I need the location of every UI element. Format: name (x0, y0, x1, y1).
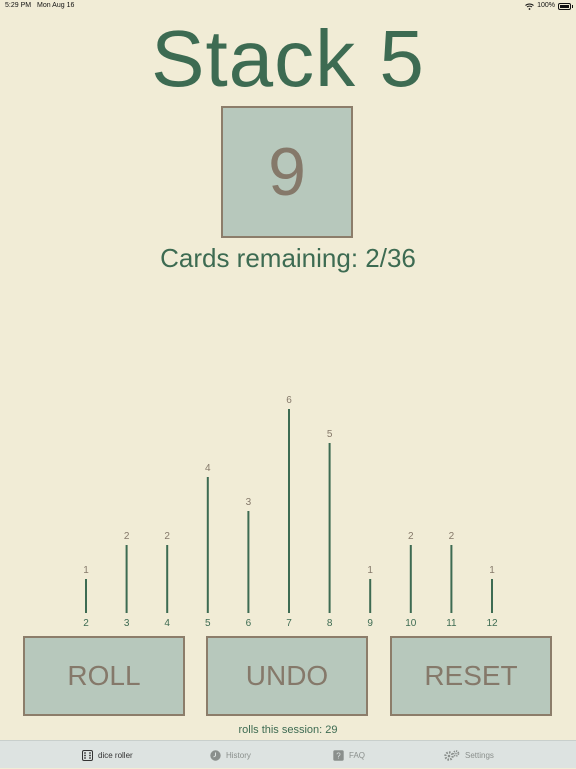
page-title: Stack 5 (151, 14, 425, 103)
roll-distribution-chart: 1 2 2 3 2 4 4 5 3 6 6 7 5 8 1 9 2 10 2 11 1 12 (0, 380, 576, 630)
bar-value-9: 1 (367, 565, 373, 576)
tab-dice-roller-label: dice roller (98, 750, 133, 760)
current-card: 9 (221, 106, 353, 238)
status-time: 5:29 PM (5, 2, 32, 9)
bar-value-6: 3 (246, 497, 252, 508)
roll-distribution-svg: 1223244536675819210211112 (83, 395, 498, 629)
bar-value-10: 2 (408, 531, 414, 542)
status-bar: 5:29 PM Mon Aug 16 100% (0, 0, 576, 12)
tab-bar: dice roller History ? FAQ Settings (0, 740, 576, 768)
question-icon: ? (333, 749, 344, 761)
reset-button[interactable]: RESET (390, 636, 552, 716)
cards-remaining: Cards remaining: 2/36 (160, 243, 416, 273)
roll-button[interactable]: ROLL (23, 636, 185, 716)
battery-percent: 100% (537, 2, 555, 9)
bar-value-7: 6 (286, 395, 292, 406)
tick-label-4: 4 (164, 618, 170, 629)
current-card-value: 9 (268, 134, 306, 210)
bar-value-8: 5 (327, 429, 333, 440)
reset-button-label: RESET (424, 660, 518, 691)
svg-text:?: ? (336, 751, 341, 760)
tick-label-9: 9 (367, 618, 373, 629)
tab-history-label: History (226, 750, 251, 760)
tab-faq[interactable]: ? FAQ (333, 741, 365, 769)
bar-value-3: 2 (124, 531, 130, 542)
bar-value-5: 4 (205, 463, 211, 474)
tab-dice-roller[interactable]: dice roller (82, 741, 133, 769)
tick-label-2: 2 (83, 618, 89, 629)
bar-value-12: 1 (489, 565, 495, 576)
tick-label-7: 7 (286, 618, 292, 629)
rolls-session-count: rolls this session: 29 (238, 724, 338, 736)
tab-settings[interactable]: Settings (444, 741, 494, 769)
roll-button-label: ROLL (67, 660, 141, 691)
tick-label-5: 5 (205, 618, 211, 629)
tick-label-11: 11 (446, 618, 457, 629)
bar-value-11: 2 (449, 531, 455, 542)
tick-label-3: 3 (124, 618, 130, 629)
tab-history[interactable]: History (210, 741, 251, 769)
status-date: Mon Aug 16 (37, 2, 75, 9)
bar-value-2: 1 (83, 565, 89, 576)
tick-label-10: 10 (405, 618, 417, 629)
tab-settings-label: Settings (465, 750, 494, 760)
battery-icon (558, 2, 573, 10)
wifi-icon (525, 3, 534, 10)
gears-icon (444, 749, 460, 761)
tick-label-12: 12 (486, 618, 498, 629)
undo-button[interactable]: UNDO (206, 636, 368, 716)
status-indicators: 100% (525, 0, 573, 12)
dice-icon (82, 749, 93, 761)
bar-value-4: 2 (164, 531, 170, 542)
clock-icon (210, 749, 221, 761)
tab-faq-label: FAQ (349, 750, 366, 760)
tick-label-8: 8 (327, 618, 333, 629)
tick-label-6: 6 (246, 618, 252, 629)
undo-button-label: UNDO (245, 660, 329, 691)
